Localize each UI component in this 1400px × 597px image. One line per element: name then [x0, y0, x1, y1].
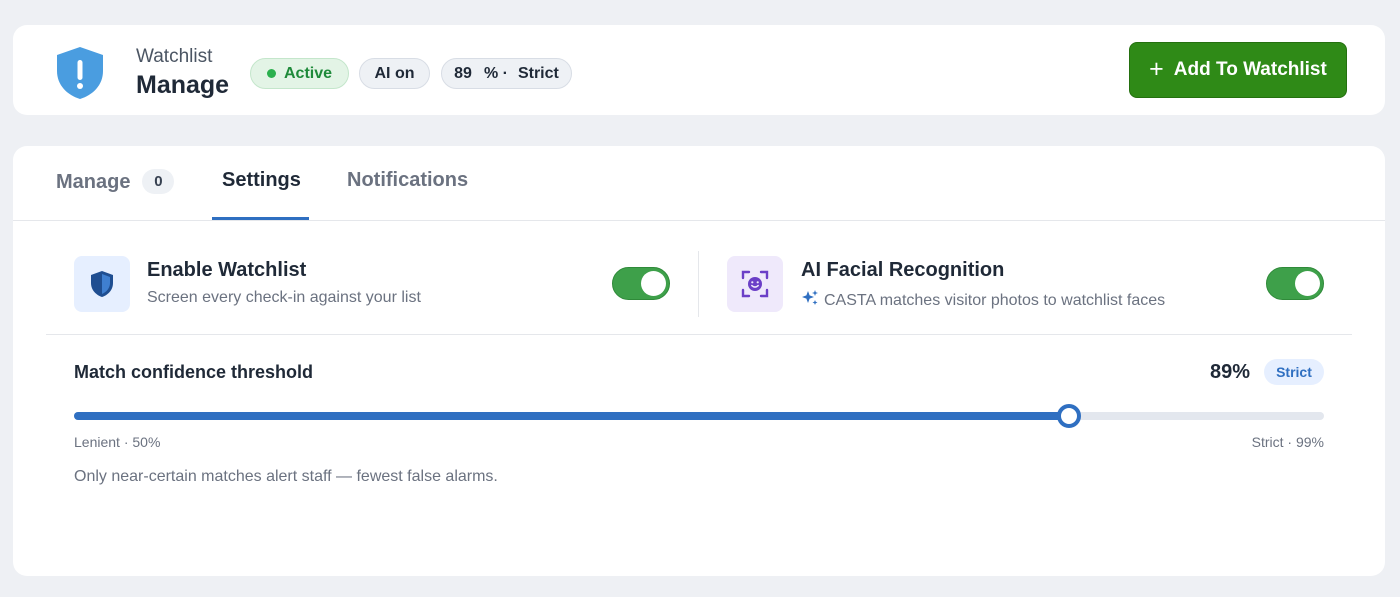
facial-recognition-description-row: CASTA matches visitor photos to watchlis…: [801, 289, 1165, 312]
add-to-watchlist-label: Add To Watchlist: [1173, 59, 1327, 80]
facial-recognition-toggle[interactable]: [1266, 267, 1324, 300]
active-tab-indicator: [212, 217, 309, 220]
threshold-mode-badge: Strict: [1264, 359, 1324, 385]
divider: [46, 334, 1352, 335]
threshold-label: Match confidence threshold: [74, 362, 314, 382]
header-subtitle: Watchlist: [136, 46, 213, 67]
tab-manage-count: 0: [142, 169, 175, 194]
watchlist-header: Watchlist Manage Active AI on 89 % · Str…: [13, 25, 1385, 115]
shield-icon: [74, 256, 130, 312]
slider-max-label: Strict · 99%: [1251, 434, 1324, 450]
threshold-slider[interactable]: [74, 404, 1324, 428]
page-title: Manage: [136, 71, 230, 99]
status-badge: Active: [250, 58, 349, 89]
settings-panel: Manage 0 Settings Notifications Enable Wa…: [13, 146, 1385, 576]
threshold-badge-suffix: % ·: [483, 64, 508, 82]
tab-bar: Manage 0 Settings Notifications: [13, 146, 1385, 221]
status-badge-label: Active: [283, 64, 333, 82]
face-scan-icon: [727, 256, 783, 312]
threshold-badge: 89 % · Strict: [441, 58, 572, 89]
ai-status-label: AI on: [374, 64, 415, 82]
plus-icon: +: [1149, 54, 1164, 83]
status-dot-icon: [266, 69, 276, 78]
toggle-knob: [1295, 271, 1320, 296]
enable-watchlist-toggle[interactable]: [612, 267, 670, 300]
slider-min-label: Lenient · 50%: [74, 434, 161, 450]
slider-fill: [74, 412, 1069, 420]
threshold-value: 89%: [1210, 361, 1251, 383]
tab-notifications[interactable]: Notifications: [347, 169, 468, 192]
threshold-badge-mode: Strict: [517, 64, 559, 82]
toggle-knob: [641, 271, 666, 296]
facial-recognition-description: CASTA matches visitor photos to watchlis…: [824, 291, 1166, 309]
tab-manage[interactable]: Manage 0: [56, 169, 175, 194]
threshold-help-text: Only near-certain matches alert staff — …: [74, 468, 498, 485]
facial-recognition-title: AI Facial Recognition: [801, 259, 1005, 281]
enable-watchlist-description: Screen every check-in against your list: [147, 289, 421, 306]
threshold-badge-value: 89: [454, 64, 472, 82]
tab-settings[interactable]: Settings: [222, 169, 301, 192]
add-to-watchlist-button[interactable]: + Add To Watchlist: [1129, 42, 1347, 98]
enable-watchlist-title: Enable Watchlist: [147, 259, 307, 281]
slider-thumb[interactable]: [1056, 404, 1081, 428]
shield-exclamation-icon: [53, 45, 107, 101]
tab-manage-label: Manage: [56, 171, 131, 193]
ai-status-badge: AI on: [359, 58, 430, 89]
sparkle-icon: [801, 289, 819, 312]
divider: [698, 251, 699, 317]
